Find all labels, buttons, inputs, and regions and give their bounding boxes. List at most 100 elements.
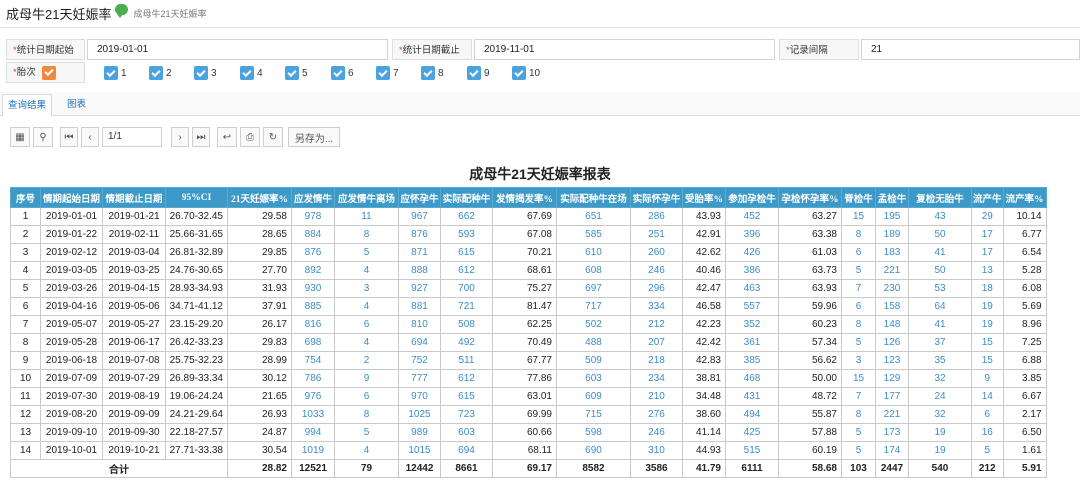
parity-option-10[interactable]: 10 [512,66,540,80]
drilldown-link[interactable]: 15 [971,333,1004,352]
drilldown-link[interactable]: 41 [908,315,972,334]
checkbox-icon[interactable] [285,66,299,80]
drilldown-link[interactable]: 41 [908,243,972,262]
drilldown-link[interactable]: 8 [334,405,399,424]
drilldown-link[interactable]: 881 [398,297,441,316]
drilldown-link[interactable]: 18 [971,279,1004,298]
parity-option-4[interactable]: 4 [240,66,263,80]
drilldown-link[interactable]: 603 [440,423,493,442]
drilldown-link[interactable]: 603 [556,369,631,388]
drilldown-link[interactable]: 286 [630,207,683,226]
checkbox-icon[interactable] [149,66,163,80]
interval-input[interactable]: 21 [861,39,1080,60]
drilldown-link[interactable]: 123 [875,351,909,370]
drilldown-link[interactable]: 615 [440,387,493,406]
drilldown-link[interactable]: 700 [440,279,493,298]
drilldown-link[interactable]: 6 [971,405,1004,424]
drilldown-link[interactable]: 7 [841,387,876,406]
drilldown-link[interactable]: 488 [556,333,631,352]
drilldown-link[interactable]: 1025 [398,405,441,424]
drilldown-link[interactable]: 754 [291,351,335,370]
drilldown-link[interactable]: 930 [291,279,335,298]
drilldown-link[interactable]: 752 [398,351,441,370]
drilldown-link[interactable]: 396 [725,225,779,244]
drilldown-link[interactable]: 251 [630,225,683,244]
drilldown-link[interactable]: 230 [875,279,909,298]
parity-option-2[interactable]: 2 [149,66,172,80]
parity-option-1[interactable]: 1 [104,66,127,80]
drilldown-link[interactable]: 3 [334,279,399,298]
drilldown-link[interactable]: 158 [875,297,909,316]
drilldown-link[interactable]: 989 [398,423,441,442]
drilldown-link[interactable]: 8 [841,405,876,424]
drilldown-link[interactable]: 494 [725,405,779,424]
drilldown-link[interactable]: 19 [908,441,972,460]
drilldown-link[interactable]: 361 [725,333,779,352]
grid-icon[interactable]: ▦ [10,127,30,147]
drilldown-link[interactable]: 978 [291,207,335,226]
drilldown-link[interactable]: 6 [334,315,399,334]
drilldown-link[interactable]: 177 [875,387,909,406]
drilldown-link[interactable]: 876 [291,243,335,262]
drilldown-link[interactable]: 352 [725,315,779,334]
end-date-input[interactable]: 2019-11-01 [474,39,775,60]
drilldown-link[interactable]: 221 [875,261,909,280]
drilldown-link[interactable]: 13 [971,261,1004,280]
drilldown-link[interactable]: 970 [398,387,441,406]
drilldown-link[interactable]: 2 [334,351,399,370]
drilldown-link[interactable]: 212 [630,315,683,334]
start-date-input[interactable]: 2019-01-01 [87,39,388,60]
checkbox-icon[interactable] [104,66,118,80]
drilldown-link[interactable]: 715 [556,405,631,424]
drilldown-link[interactable]: 452 [725,207,779,226]
drilldown-link[interactable]: 508 [440,315,493,334]
drilldown-link[interactable]: 14 [971,387,1004,406]
prev-page-icon[interactable]: ‹ [81,127,99,147]
drilldown-link[interactable]: 50 [908,225,972,244]
drilldown-link[interactable]: 721 [440,297,493,316]
drilldown-link[interactable]: 189 [875,225,909,244]
drilldown-link[interactable]: 17 [971,225,1004,244]
drilldown-link[interactable]: 976 [291,387,335,406]
checkbox-icon[interactable] [331,66,345,80]
drilldown-link[interactable]: 816 [291,315,335,334]
drilldown-link[interactable]: 994 [291,423,335,442]
page-input[interactable]: 1/1 [102,127,162,147]
checkbox-icon[interactable] [512,66,526,80]
first-page-icon[interactable]: ⏮ [60,127,78,147]
drilldown-link[interactable]: 260 [630,243,683,262]
drilldown-link[interactable]: 5 [841,261,876,280]
drilldown-link[interactable]: 612 [440,369,493,388]
refresh-icon[interactable]: ↻ [263,127,283,147]
drilldown-link[interactable]: 1033 [291,405,335,424]
drilldown-link[interactable]: 19 [971,315,1004,334]
drilldown-link[interactable]: 5 [971,441,1004,460]
search-icon[interactable]: ⚲ [33,127,53,147]
drilldown-link[interactable]: 610 [556,243,631,262]
save-as-button[interactable]: 另存为... [288,127,340,147]
drilldown-link[interactable]: 9 [971,369,1004,388]
drilldown-link[interactable]: 334 [630,297,683,316]
drilldown-link[interactable]: 35 [908,351,972,370]
drilldown-link[interactable]: 6 [334,387,399,406]
chat-bubble-icon[interactable] [115,4,129,18]
drilldown-link[interactable]: 129 [875,369,909,388]
drilldown-link[interactable]: 5 [841,423,876,442]
drilldown-link[interactable]: 195 [875,207,909,226]
drilldown-link[interactable]: 16 [971,423,1004,442]
drilldown-link[interactable]: 871 [398,243,441,262]
drilldown-link[interactable]: 246 [630,423,683,442]
drilldown-link[interactable]: 967 [398,207,441,226]
drilldown-link[interactable]: 723 [440,405,493,424]
drilldown-link[interactable]: 32 [908,369,972,388]
drilldown-link[interactable]: 15 [841,207,876,226]
drilldown-link[interactable]: 694 [440,441,493,460]
tab-chart[interactable]: 图表 [62,94,91,116]
drilldown-link[interactable]: 234 [630,369,683,388]
drilldown-link[interactable]: 19 [971,297,1004,316]
print-icon[interactable]: ⎙ [240,127,260,147]
parity-option-8[interactable]: 8 [421,66,444,80]
drilldown-link[interactable]: 1019 [291,441,335,460]
drilldown-link[interactable]: 698 [291,333,335,352]
drilldown-link[interactable]: 690 [556,441,631,460]
